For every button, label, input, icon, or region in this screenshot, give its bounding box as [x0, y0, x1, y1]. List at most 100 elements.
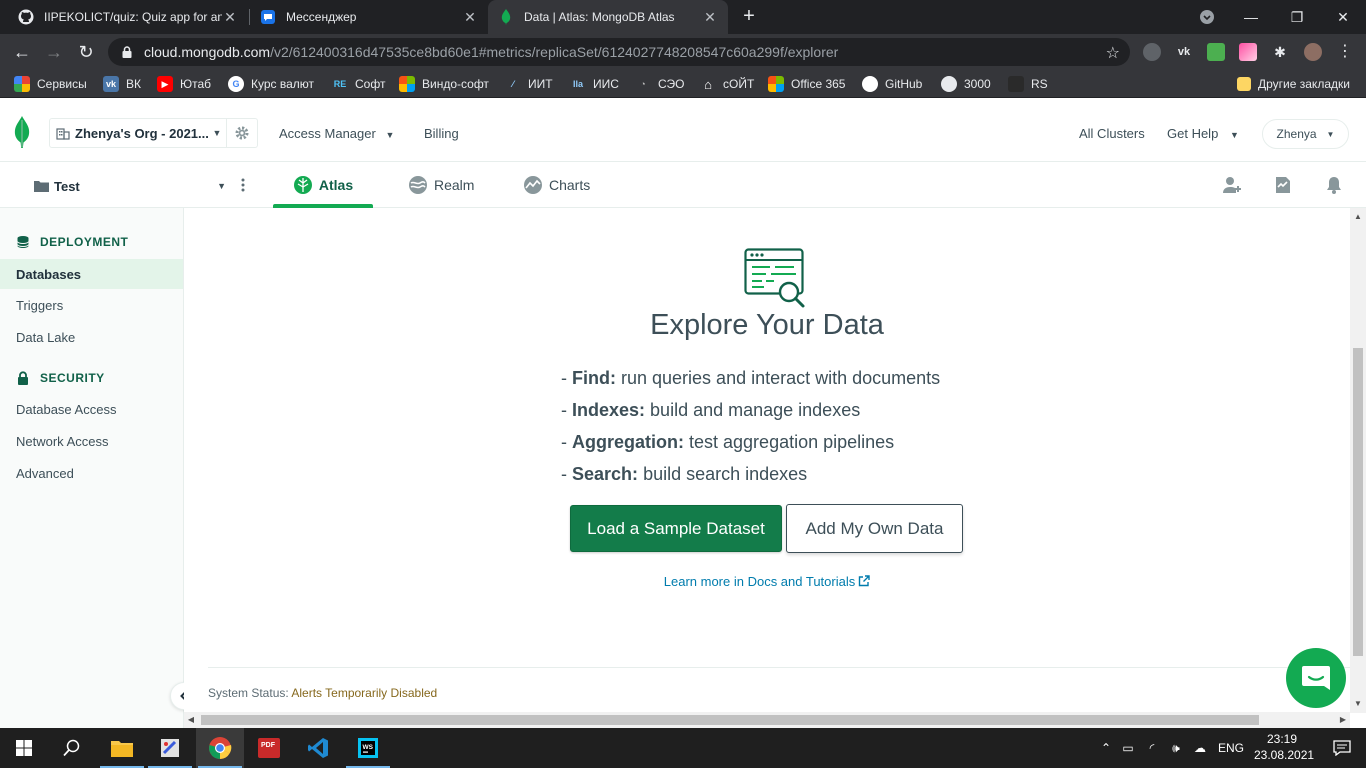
tab-charts[interactable]: Charts [523, 162, 590, 208]
profile-avatar[interactable] [1304, 43, 1322, 61]
vertical-scrollbar[interactable]: ▲ ▼ [1350, 208, 1366, 713]
docs-tutorials-link[interactable]: Learn more in Docs and Tutorials [184, 574, 1350, 589]
wifi-icon[interactable]: ◜ [1140, 741, 1164, 755]
extension-vk-icon[interactable]: vk [1175, 43, 1193, 61]
status-badge[interactable]: Alerts Temporarily Disabled [291, 686, 437, 700]
language-indicator[interactable]: ENG [1218, 741, 1244, 755]
chevron-up-icon[interactable]: ⌃ [1096, 741, 1116, 755]
bookmark-seo[interactable]: ◔ СЭО [635, 76, 684, 92]
bookmark-vk[interactable]: vk ВК [103, 76, 141, 92]
profile-dropdown-icon[interactable] [1184, 0, 1230, 34]
restore-icon[interactable]: ❐ [1274, 0, 1320, 34]
mongodb-leaf-icon[interactable] [14, 116, 30, 148]
start-button[interactable] [0, 728, 48, 768]
bookmark-iit[interactable]: ⁄ ИИТ [505, 76, 552, 92]
sidebar-item-triggers[interactable]: Triggers [0, 290, 183, 320]
bell-icon[interactable] [1324, 175, 1344, 195]
get-help-menu[interactable]: Get Help ▼ [1167, 126, 1239, 141]
access-manager-menu[interactable]: Access Manager ▼ [279, 126, 394, 141]
sidebar-item-data-lake[interactable]: Data Lake [0, 322, 183, 352]
vk-icon: vk [103, 76, 119, 92]
bookmark-iis[interactable]: Ila ИИС [570, 76, 619, 92]
google-icon: G [228, 76, 244, 92]
scroll-left-icon[interactable]: ◀ [184, 712, 198, 728]
new-tab-button[interactable]: + [738, 5, 760, 27]
scroll-down-icon[interactable]: ▼ [1350, 697, 1366, 711]
project-options-icon[interactable] [238, 176, 248, 194]
gear-icon [235, 126, 249, 140]
vscode-icon [308, 738, 328, 758]
taskbar-vscode[interactable] [294, 728, 342, 768]
scroll-up-icon[interactable]: ▲ [1350, 210, 1366, 224]
bookmark-office[interactable]: Office 365 [768, 76, 845, 92]
bookmark-services[interactable]: Сервисы [14, 76, 87, 92]
project-select[interactable]: Test ▼ [34, 176, 226, 196]
taskbar-file-explorer[interactable] [98, 728, 146, 768]
taskbar-pdf-app[interactable]: PDF [245, 728, 293, 768]
reload-icon[interactable]: ↻ [74, 40, 98, 64]
windows-taskbar: PDF WS ⌃ ▭ ◜ 🕪 ☁ ENG 23:19 23.08.2021 [0, 728, 1366, 768]
back-icon[interactable]: ← [10, 40, 34, 64]
browser-tab-messenger[interactable]: Мессенджер ✕ [250, 0, 488, 34]
security-heading: SECURITY [16, 371, 105, 385]
bookmark-currency[interactable]: G Курс валют [228, 76, 314, 92]
close-tab-icon[interactable]: ✕ [702, 9, 718, 26]
sidebar-item-network-access[interactable]: Network Access [0, 426, 183, 456]
taskbar-chrome[interactable] [196, 728, 244, 768]
scroll-right-icon[interactable]: ▶ [1336, 712, 1350, 728]
scroll-thumb[interactable] [1353, 348, 1363, 656]
notifications-button[interactable] [1318, 728, 1366, 768]
onedrive-cloud-icon[interactable]: ☁ [1188, 741, 1212, 755]
caret-down-icon: ▼ [212, 128, 222, 138]
address-bar[interactable]: cloud.mongodb.com/v2/612400316d47535ce8b… [108, 38, 1130, 66]
sidebar-item-advanced[interactable]: Advanced [0, 458, 183, 488]
activity-feed-icon[interactable] [1273, 175, 1293, 195]
bookmark-soft[interactable]: RE Софт [332, 76, 386, 92]
close-tab-icon[interactable]: ✕ [462, 9, 478, 26]
organization-select[interactable]: Zhenya's Org - 2021... ▼ [49, 118, 227, 148]
other-bookmarks[interactable]: Другие закладки [1237, 76, 1350, 92]
minimize-icon[interactable]: — [1228, 0, 1274, 34]
bookmark-star-icon[interactable]: ☆ [1106, 43, 1120, 63]
taskbar-webstorm[interactable]: WS [344, 728, 392, 768]
close-tab-icon[interactable]: ✕ [222, 9, 238, 26]
battery-icon[interactable]: ▭ [1116, 741, 1140, 755]
scroll-thumb[interactable] [201, 715, 1259, 725]
forward-icon[interactable]: → [42, 40, 66, 64]
browser-menu-icon[interactable]: ⋮ [1336, 43, 1354, 61]
chat-support-button[interactable] [1286, 648, 1346, 708]
horizontal-scrollbar[interactable]: ◀ ▶ [184, 712, 1350, 728]
svg-text:WS: WS [363, 744, 374, 751]
building-icon [56, 128, 70, 140]
bookmark-soyt[interactable]: ⌂ сОЙТ [700, 76, 754, 92]
tab-realm[interactable]: Realm [408, 162, 474, 208]
sidebar-item-databases[interactable]: Databases [0, 259, 183, 289]
bookmark-youtube[interactable]: ▶ Ютаб [157, 76, 211, 92]
bookmark-windo-soft[interactable]: Виндо-софт [399, 76, 489, 92]
all-clusters-link[interactable]: All Clusters [1079, 126, 1145, 141]
browser-tab-atlas[interactable]: Data | Atlas: MongoDB Atlas ✕ [488, 0, 728, 34]
extension-color-icon[interactable] [1239, 43, 1257, 61]
bookmark-rs[interactable]: RS [1008, 76, 1048, 92]
clock[interactable]: 23:19 23.08.2021 [1254, 731, 1314, 763]
extensions-puzzle-icon[interactable]: ✱ [1271, 43, 1289, 61]
user-menu[interactable]: Zhenya ▼ [1262, 119, 1349, 149]
invite-user-icon[interactable] [1222, 175, 1242, 195]
search-button[interactable] [48, 728, 96, 768]
load-sample-dataset-button[interactable]: Load a Sample Dataset [570, 505, 782, 552]
sidebar-item-database-access[interactable]: Database Access [0, 394, 183, 424]
tab-atlas[interactable]: Atlas [273, 162, 373, 208]
bookmark-3000[interactable]: 3000 [941, 76, 991, 92]
browser-tab-github[interactable]: IIPEKOLICT/quiz: Quiz app for an ✕ [8, 0, 248, 34]
extension-play-icon[interactable] [1143, 43, 1161, 61]
billing-link[interactable]: Billing [424, 126, 459, 141]
bookmark-github[interactable]: GitHub [862, 76, 922, 92]
close-window-icon[interactable]: ✕ [1320, 0, 1366, 34]
add-my-own-data-button[interactable]: Add My Own Data [786, 504, 963, 553]
extension-download-icon[interactable] [1207, 43, 1225, 61]
volume-icon[interactable]: 🕪 [1164, 741, 1188, 756]
org-settings-button[interactable] [227, 118, 258, 148]
taskbar-app-paint[interactable] [146, 728, 194, 768]
url-text: cloud.mongodb.com/v2/612400316d47535ce8b… [144, 44, 839, 60]
org-name: Zhenya's Org - 2021... [75, 125, 208, 141]
